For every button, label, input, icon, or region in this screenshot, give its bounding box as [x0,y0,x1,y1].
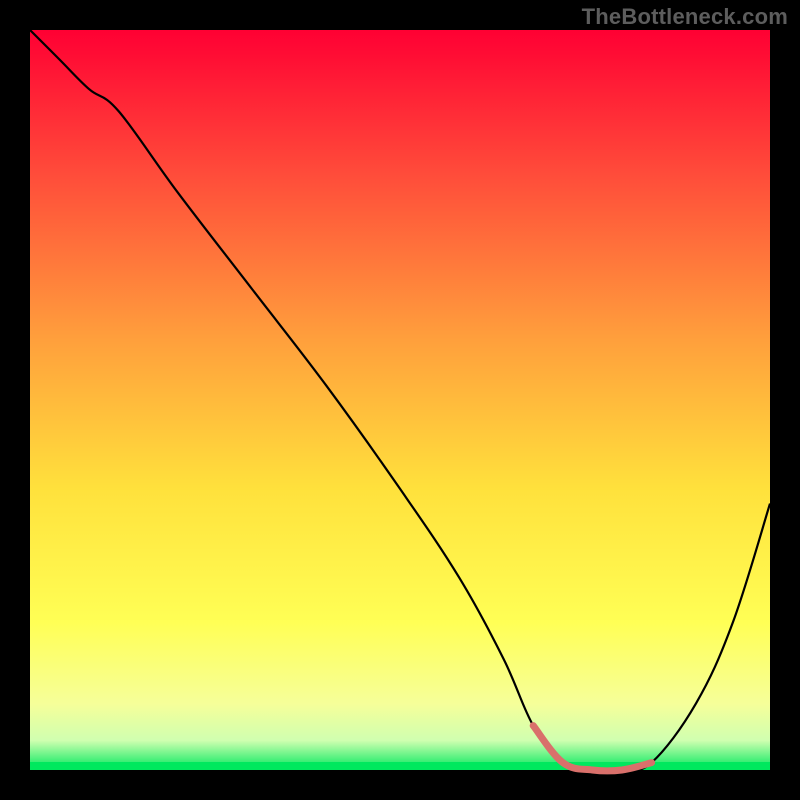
chart-container: TheBottleneck.com [0,0,800,800]
baseline-strip [30,762,770,770]
chart-svg [0,0,800,800]
watermark-text: TheBottleneck.com [582,4,788,30]
